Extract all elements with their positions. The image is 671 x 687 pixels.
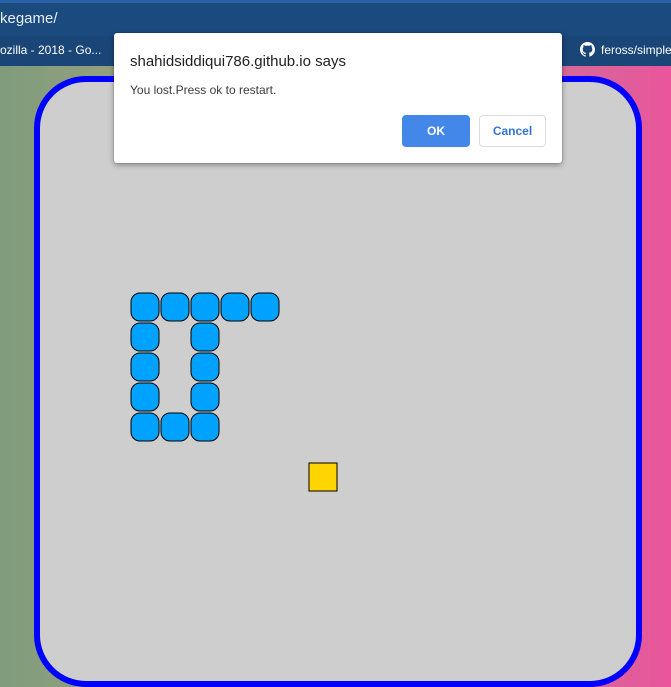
github-icon [580, 42, 595, 57]
ok-button[interactable]: OK [402, 115, 470, 147]
address-url[interactable]: kegame/ [0, 10, 58, 27]
address-bar[interactable]: kegame/ [0, 0, 671, 36]
snake-segment [160, 412, 190, 442]
bookmark-item-mozilla[interactable]: ozilla - 2018 - Go... [0, 43, 101, 57]
snake-segment [130, 292, 160, 322]
snake-segment [190, 412, 220, 442]
alert-dialog: shahidsiddiqui786.github.io says You los… [114, 33, 562, 163]
bookmark-item-feross[interactable]: feross/simple [580, 42, 671, 57]
snake-segment [130, 352, 160, 382]
food-item [308, 462, 338, 492]
snake-segment [160, 292, 190, 322]
snake-segment [190, 322, 220, 352]
cancel-button[interactable]: Cancel [479, 115, 546, 147]
dialog-title: shahidsiddiqui786.github.io says [130, 53, 346, 70]
snake-segment [130, 382, 160, 412]
snake-segment [130, 322, 160, 352]
game-canvas [130, 292, 338, 492]
snake-segment [130, 412, 160, 442]
snake-segment [250, 292, 280, 322]
snake-segment [190, 352, 220, 382]
snake-segment [220, 292, 250, 322]
game-board[interactable] [34, 76, 642, 687]
bookmark-label: feross/simple [601, 42, 671, 57]
snake-segment [190, 292, 220, 322]
dialog-message: You lost.Press ok to restart. [130, 83, 277, 97]
snake-segment [190, 382, 220, 412]
